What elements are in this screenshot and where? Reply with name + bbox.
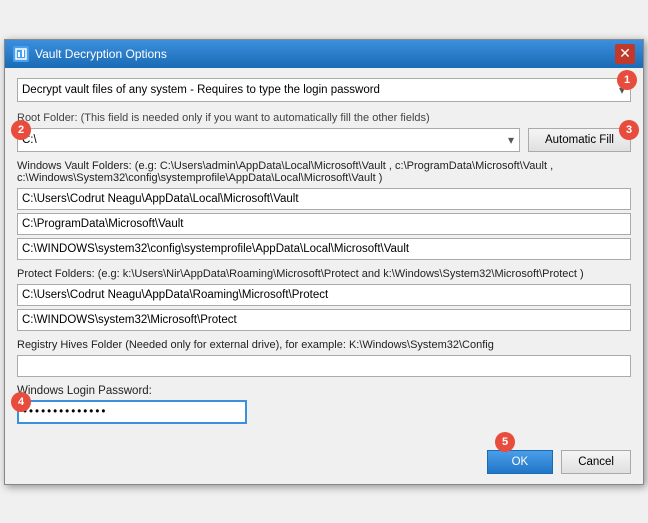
cancel-button[interactable]: Cancel [561,450,631,474]
autofill-button[interactable]: Automatic Fill [528,128,631,152]
badge-3: 3 [619,120,639,140]
root-folder-row: C:\ 2 Automatic Fill 3 [17,128,631,152]
autofill-wrapper: Automatic Fill 3 [528,128,631,152]
password-label-row: Windows Login Password: [17,385,631,397]
main-window: Vault Decryption Options ✕ Decrypt vault… [4,39,644,485]
protect-folders-section: Protect Folders: (e.g: k:\Users\Nir\AppD… [17,268,631,331]
dialog-footer: 5 OK Cancel [5,442,643,484]
decrypt-options-row: Decrypt vault files of any system - Requ… [17,78,631,102]
decrypt-options-wrapper: Decrypt vault files of any system - Requ… [17,78,631,102]
protect-folder-2[interactable] [17,309,631,331]
protect-folders-label: Protect Folders: (e.g: k:\Users\Nir\AppD… [17,268,631,280]
vault-folder-2[interactable] [17,213,631,235]
registry-hives-section: Registry Hives Folder (Needed only for e… [17,339,631,377]
vault-folders-label: Windows Vault Folders: (e.g: C:\Users\ad… [17,160,631,184]
badge-2: 2 [11,120,31,140]
close-button[interactable]: ✕ [615,44,635,64]
vault-folders-section: Windows Vault Folders: (e.g: C:\Users\ad… [17,160,631,260]
registry-hives-label: Registry Hives Folder (Needed only for e… [17,339,631,351]
window-title: Vault Decryption Options [35,47,615,61]
vault-folder-3[interactable] [17,238,631,260]
root-folder-section: Root Folder: (This field is needed only … [17,112,631,152]
window-icon [13,46,29,62]
dialog-content: Decrypt vault files of any system - Requ… [5,68,643,442]
decrypt-options-select[interactable]: Decrypt vault files of any system - Requ… [17,78,631,102]
protect-folder-1[interactable] [17,284,631,306]
root-folder-select[interactable]: C:\ [17,128,520,152]
password-input[interactable] [17,400,247,424]
badge-1: 1 [617,70,637,90]
root-folder-select-wrapper: C:\ 2 [17,128,520,152]
badge-4: 4 [11,392,31,412]
password-label: Windows Login Password: [17,385,152,397]
registry-hives-input[interactable] [17,355,631,377]
password-input-wrapper: 4 [17,400,247,424]
password-section: Windows Login Password: 4 [17,385,631,424]
title-bar: Vault Decryption Options ✕ [5,40,643,68]
root-folder-label: Root Folder: (This field is needed only … [17,112,631,124]
ok-button[interactable]: OK [487,450,554,474]
vault-folder-1[interactable] [17,188,631,210]
badge-5: 5 [495,432,515,452]
